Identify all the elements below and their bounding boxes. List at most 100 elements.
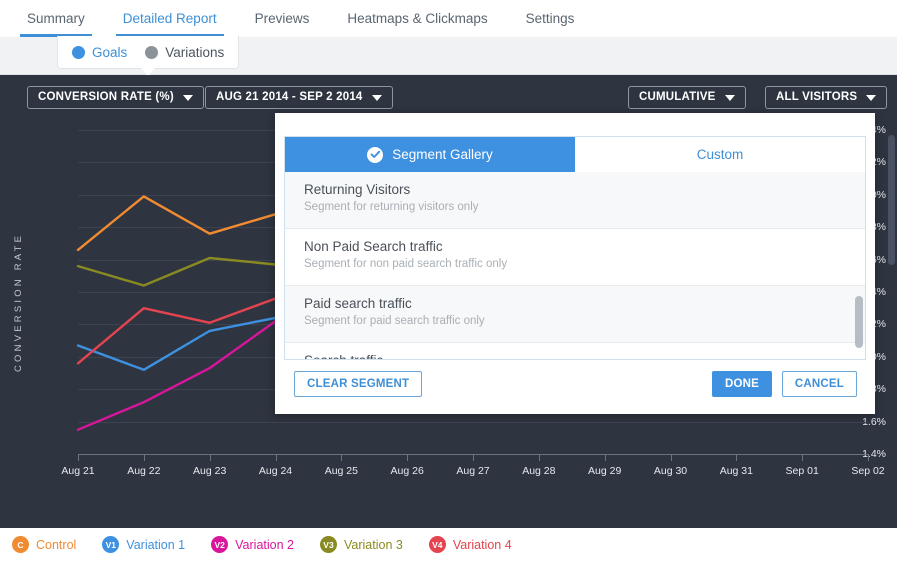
x-axis-tick [144,454,145,461]
series-line-variation-4 [76,297,277,365]
x-axis-tick [736,454,737,461]
x-axis-tick-label: Sep 02 [851,465,885,477]
tab-settings[interactable]: Settings [507,0,594,37]
visitors-segment-dropdown-label: ALL VISITORS [776,91,858,103]
chevron-down-icon [724,94,735,101]
x-axis-tick-label: Aug 28 [522,465,556,477]
sub-navigation-pill: Goals Variations [57,36,240,76]
done-button-label: DONE [724,378,759,390]
legend-label: Variation 2 [235,537,294,552]
x-axis-tick [868,454,869,461]
series-line-control [76,195,277,252]
dialog-tab-custom[interactable]: Custom [575,137,865,172]
x-axis-tick [276,454,277,461]
tab-detailed-report-label: Detailed Report [122,11,217,26]
series-line-variation-1 [76,316,277,372]
x-axis-tick [78,454,79,461]
chevron-down-icon [866,94,877,101]
cumulative-dropdown[interactable]: CUMULATIVE [628,86,746,109]
clear-segment-button-label: CLEAR SEGMENT [307,378,410,390]
legend-label: Variation 1 [126,537,186,552]
x-axis-tick [341,454,342,461]
subtab-variations[interactable]: Variations [145,45,224,60]
chevron-down-icon [182,94,193,101]
chevron-down-icon [371,94,382,101]
segment-list-scrollbar[interactable] [855,296,863,348]
x-axis-tick [210,454,211,461]
legend-label: Variation 3 [343,537,403,552]
subtab-goals[interactable]: Goals [72,45,127,60]
dialog-tab-custom-label: Custom [696,147,744,162]
tab-settings-label: Settings [525,11,575,26]
legend-label: Variation 4 [452,537,512,552]
x-axis-tick [605,454,606,461]
segment-list-item[interactable]: Search traffic [285,343,865,359]
dialog-tab-segment-gallery-label: Segment Gallery [392,147,493,162]
chart-legend: C Control V1 Variation 1 V2 Variation 2 V3 Vari… [0,528,897,561]
x-axis-tick-label: Sep 01 [785,465,819,477]
x-axis-tick-label: Aug 31 [719,465,753,477]
sub-navigation-bar: Goals Variations [0,36,897,76]
legend-item[interactable]: C Control [12,536,76,553]
segment-title: Paid search traffic [304,296,412,311]
legend-badge-icon: V4 [428,536,446,553]
x-axis-tick-label: Aug 26 [390,465,424,477]
tab-summary-label: Summary [27,11,85,26]
tab-detailed-report[interactable]: Detailed Report [104,0,236,43]
x-axis-tick-label: Aug 23 [193,465,227,477]
segment-list-item[interactable]: Non Paid Search traffic Segment for non p… [285,229,865,286]
metric-dropdown[interactable]: CONVERSION RATE (%) [27,86,204,109]
clear-segment-button[interactable]: CLEAR SEGMENT [294,371,423,397]
legend-item[interactable]: V4 Variation 4 [428,536,512,553]
variations-dot-icon [145,45,159,59]
cancel-button-label: CANCEL [794,378,844,390]
top-navigation: Summary Detailed Report Previews Heatmap… [0,0,897,43]
x-axis-tick [473,454,474,461]
legend-badge-icon: V1 [102,536,120,553]
x-axis-tick-label: Aug 24 [258,465,293,477]
legend-item[interactable]: V3 Variation 3 [319,536,403,553]
x-axis-tick-label: Aug 22 [127,465,161,477]
x-axis-tick [407,454,408,461]
x-axis-tick [671,454,672,461]
legend-badge-icon: V2 [211,536,229,553]
subtab-goals-label: Goals [92,44,128,60]
goals-dot-icon [72,45,85,59]
subtab-variations-label: Variations [165,44,225,60]
cancel-button[interactable]: CANCEL [781,371,857,397]
series-line-variation-3 [76,256,277,287]
dialog-tab-bar: Segment Gallery Custom [284,136,866,173]
x-axis-tick-label: Aug 27 [456,465,490,477]
segment-title: Returning Visitors [304,182,411,197]
dialog-tab-segment-gallery[interactable]: Segment Gallery [285,137,575,172]
segment-description: Segment for paid search traffic only [304,315,485,327]
x-axis-tick [539,454,540,461]
legend-badge-icon: C [12,536,29,553]
tab-summary[interactable]: Summary [8,0,104,43]
tab-heatmaps-clickmaps[interactable]: Heatmaps & Clickmaps [328,0,506,37]
metric-dropdown-label: CONVERSION RATE (%) [38,91,174,103]
cumulative-dropdown-label: CUMULATIVE [639,91,716,103]
tab-heatmaps-clickmaps-label: Heatmaps & Clickmaps [347,11,488,26]
tab-previews[interactable]: Previews [236,0,329,37]
dialog-footer: CLEAR SEGMENT DONE CANCEL [284,371,866,399]
legend-badge-icon: V3 [319,536,337,553]
tab-previews-label: Previews [254,11,310,26]
segment-list-item[interactable]: Paid search traffic Segment for paid sear… [285,286,865,343]
segment-list-item[interactable]: Returning Visitors Segment for returning … [285,172,865,229]
x-axis-tick [802,454,803,461]
chart-scrollbar[interactable] [888,135,895,265]
legend-item[interactable]: V1 Variation 1 [102,536,185,553]
visitors-segment-dropdown[interactable]: ALL VISITORS [765,86,888,109]
x-axis-tick-label: Aug 30 [653,465,688,477]
legend-label: Control [36,537,77,552]
segment-title: Non Paid Search traffic [304,239,443,254]
legend-item[interactable]: V2 Variation 2 [211,536,294,553]
done-button[interactable]: DONE [711,371,772,397]
x-axis-tick-label: Aug 25 [324,465,358,477]
segment-list[interactable]: Returning Visitors Segment for returning … [284,172,866,360]
x-axis-tick-label: Aug 21 [61,465,95,477]
date-range-dropdown-label: AUG 21 2014 - SEP 2 2014 [216,91,363,103]
segment-title: Search traffic [304,353,865,359]
date-range-dropdown[interactable]: AUG 21 2014 - SEP 2 2014 [205,86,393,109]
